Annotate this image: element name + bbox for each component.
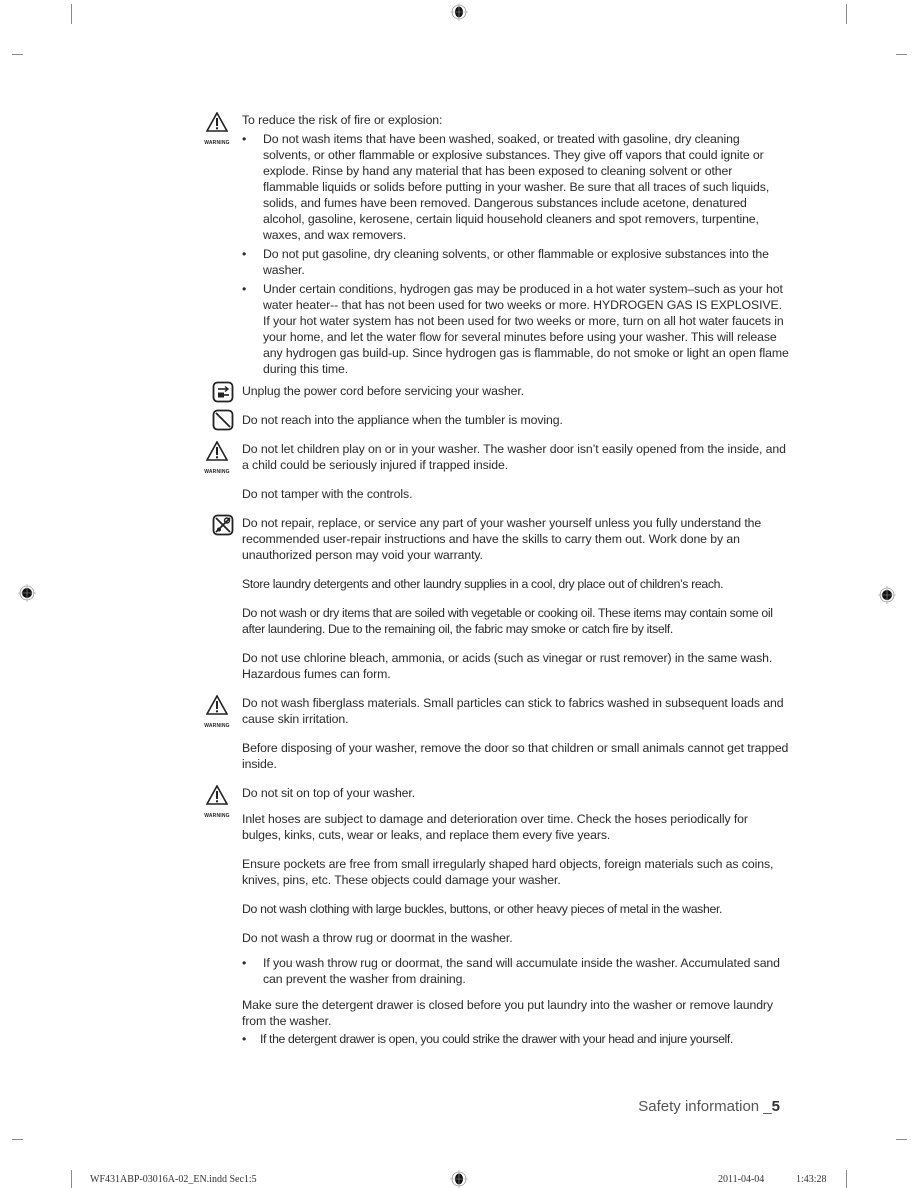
page-number: 5 [771,1098,780,1115]
chlorine-text: Do not use chlorine bleach, ammonia, or … [242,651,773,681]
fiberglass-text: Do not wash fiberglass materials. Small … [242,696,784,726]
warning-label: WARNING [204,723,230,729]
drawer-block: Make sure the detergent drawer is closed… [190,997,790,1047]
oil-text: Do not wash or dry items that are soiled… [242,606,773,636]
reach-text: Do not reach into the appliance when the… [242,413,563,427]
crop-mark [71,1170,72,1188]
crop-mark [71,4,72,24]
disposing-block: Before disposing of your washer, remove … [190,740,790,772]
crop-mark [896,1139,907,1140]
section-title: Safety information _ [638,1098,772,1115]
drawer-bullet: If the detergent drawer is open, you cou… [242,1031,790,1047]
crop-mark [846,1170,847,1188]
registration-mark-icon [18,584,36,602]
registration-mark-icon [450,3,468,21]
fiberglass-warning-block: WARNING Do not wash fiberglass materials… [190,694,790,729]
store-block: Store laundry detergents and other laund… [190,576,790,592]
hoses-block: Inlet hoses are subject to damage and de… [190,811,790,843]
sit-text: Do not sit on top of your washer. [242,786,416,800]
repair-text: Do not repair, replace, or service any p… [242,516,762,562]
sit-warning-block: WARNING Do not sit on top of your washer… [190,784,790,819]
crop-mark [12,54,23,55]
tamper-text: Do not tamper with the controls. [242,487,413,501]
registration-mark-icon [450,1170,468,1188]
pockets-block: Ensure pockets are free from small irreg… [190,856,790,888]
slug-file: WF431ABP-03016A-02_EN.indd Sec1:5 [90,1174,257,1185]
children-text: Do not let children play on or in your w… [242,442,786,472]
repair-block: Do not repair, replace, or service any p… [190,514,790,563]
children-warning-block: WARNING Do not let children play on or i… [190,440,790,475]
fire-bullet: Under certain conditions, hydrogen gas m… [242,281,790,377]
rug-block: Do not wash a throw rug or doormat in th… [190,930,790,987]
fire-intro: To reduce the risk of fire or explosion: [242,113,443,127]
slug-time: 1:43:28 [796,1174,827,1185]
crop-mark [12,1139,23,1140]
fire-bullet-list: Do not wash items that have been washed,… [242,131,790,377]
rug-bullet-list: If you wash throw rug or doormat, the sa… [242,955,790,987]
safety-content: WARNING To reduce the risk of fire or ex… [190,111,790,1050]
fire-warning-block: WARNING To reduce the risk of fire or ex… [190,111,790,377]
chlorine-block: Do not use chlorine bleach, ammonia, or … [190,650,790,682]
disposing-text: Before disposing of your washer, remove … [242,741,789,771]
warning-label: WARNING [204,140,230,146]
slug-date: 2011-04-04 [718,1174,765,1185]
oil-block: Do not wash or dry items that are soiled… [190,605,790,637]
warning-icon: WARNING [204,694,234,734]
warning-label: WARNING [204,469,230,475]
warning-icon: WARNING [204,111,234,151]
buckles-text: Do not wash clothing with large buckles,… [242,902,723,916]
drawer-text: Make sure the detergent drawer is closed… [242,998,773,1028]
pockets-text: Ensure pockets are free from small irreg… [242,857,774,887]
unplug-block: Unplug the power cord before servicing y… [190,381,790,403]
fire-bullet: Do not put gasoline, dry cleaning solven… [242,246,790,278]
tamper-block: Do not tamper with the controls. [190,486,790,502]
buckles-block: Do not wash clothing with large buckles,… [190,901,790,917]
crop-mark [896,54,907,55]
crop-mark [846,4,847,24]
no-repair-icon [212,514,240,540]
rug-bullet: If you wash throw rug or doormat, the sa… [242,955,790,987]
store-text: Store laundry detergents and other laund… [242,577,724,591]
reach-block: Do not reach into the appliance when the… [190,409,790,431]
registration-mark-icon [878,586,896,604]
unplug-icon [212,381,240,407]
rug-text: Do not wash a throw rug or doormat in th… [242,931,513,945]
warning-icon: WARNING [204,440,234,480]
page-footer: Safety information _5 [638,1098,780,1115]
hoses-text: Inlet hoses are subject to damage and de… [242,812,748,842]
drawer-bullet-list: If the detergent drawer is open, you cou… [242,1031,790,1047]
prohibited-icon [212,409,240,435]
unplug-text: Unplug the power cord before servicing y… [242,384,524,398]
fire-bullet: Do not wash items that have been washed,… [242,131,790,243]
